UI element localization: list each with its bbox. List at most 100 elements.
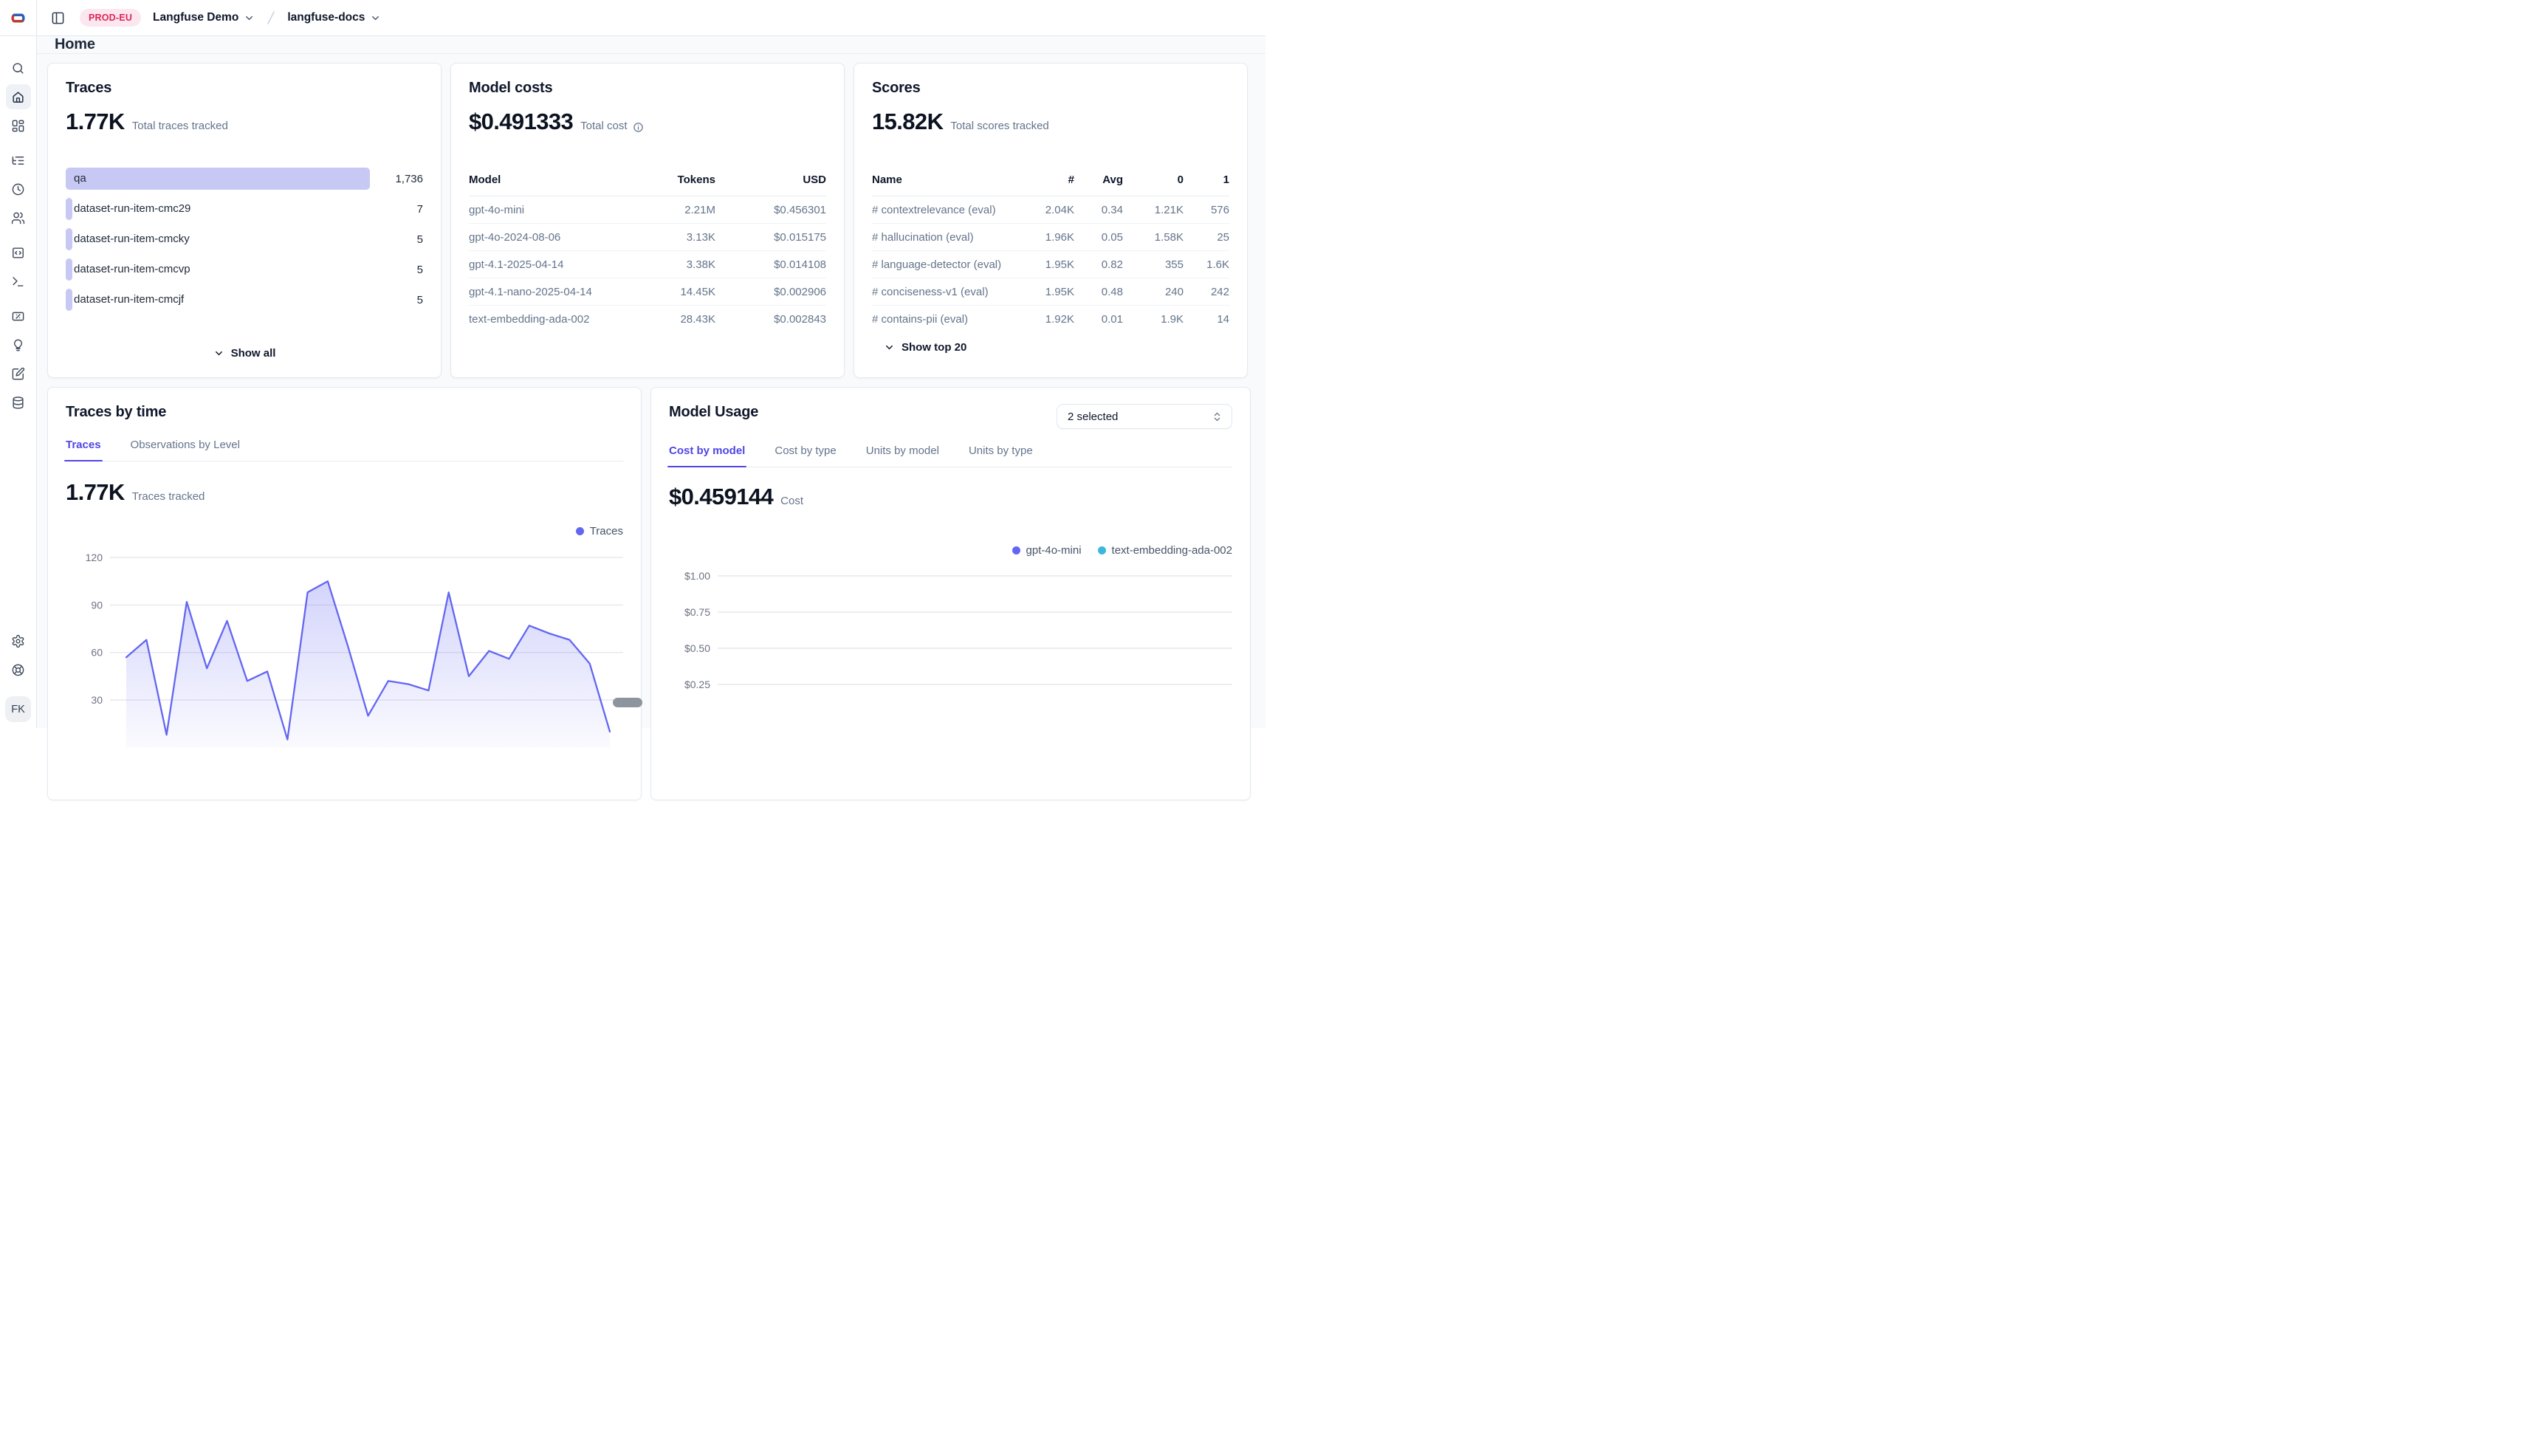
- sidebar-item-playground[interactable]: [6, 269, 31, 294]
- org-name: Langfuse Demo: [153, 11, 238, 24]
- traces-by-time-tabs: Traces Observations by Level: [66, 439, 623, 461]
- sidebar-item-home[interactable]: [6, 84, 31, 109]
- evaluation-icon: [11, 309, 25, 323]
- tab-observations-by-level[interactable]: Observations by Level: [131, 439, 240, 461]
- sidebar-item-support[interactable]: [6, 657, 31, 682]
- svg-text:60: 60: [91, 647, 103, 659]
- table-cell: 3.13K: [628, 231, 715, 244]
- traces-by-time-title: Traces by time: [66, 404, 623, 421]
- tracing-icon: [11, 154, 25, 168]
- tab-units-by-model[interactable]: Units by model: [866, 444, 939, 467]
- model-usage-title: Model Usage: [669, 404, 758, 421]
- svg-text:$0.25: $0.25: [684, 679, 710, 690]
- column-header: Avg: [1074, 174, 1123, 186]
- table-row: gpt-4.1-2025-04-143.38K$0.014108: [469, 251, 826, 278]
- org-switcher[interactable]: Langfuse Demo: [153, 11, 255, 24]
- traces-area-chart: 120906030: [66, 545, 623, 777]
- sidebar-item-sessions[interactable]: [6, 176, 31, 202]
- model-usage-cost-total: $0.459144: [669, 484, 773, 510]
- column-header: 1: [1184, 174, 1229, 186]
- chevron-down-icon: [370, 13, 381, 24]
- model-costs-title: Model costs: [469, 80, 826, 97]
- table-cell: 2.21M: [628, 204, 715, 216]
- home-icon: [11, 90, 25, 104]
- trace-bar-row: dataset-run-item-cmcky 5: [66, 228, 423, 250]
- langfuse-demo-logo-icon: [8, 8, 28, 28]
- trace-name: dataset-run-item-cmcvp: [66, 258, 190, 281]
- table-row: # conciseness-v1 (eval)1.95K0.48240242: [872, 278, 1229, 306]
- insights-icon: [11, 338, 25, 352]
- column-header: Model: [469, 174, 628, 186]
- chevron-down-icon: [884, 342, 895, 353]
- tab-cost-by-model[interactable]: Cost by model: [669, 444, 745, 467]
- show-all-button[interactable]: Show all: [213, 347, 276, 360]
- table-cell: 242: [1184, 286, 1229, 298]
- model-usage-tabs: Cost by model Cost by type Units by model U…: [669, 444, 1232, 467]
- sidebar-item-datasets[interactable]: [6, 390, 31, 415]
- sidebar-item-users[interactable]: [6, 205, 31, 230]
- traces-tracked-label: Traces tracked: [132, 490, 205, 503]
- table-cell: 576: [1184, 204, 1229, 216]
- trace-bar-row: dataset-run-item-cmc29 7: [66, 198, 423, 220]
- table-row: gpt-4.1-nano-2025-04-1414.45K$0.002906: [469, 278, 826, 306]
- sidebar-item-insights[interactable]: [6, 332, 31, 357]
- show-top-20-button[interactable]: Show top 20: [884, 341, 966, 354]
- project-switcher[interactable]: langfuse-docs: [287, 11, 381, 24]
- column-header: USD: [715, 174, 826, 186]
- tab-traces[interactable]: Traces: [66, 439, 101, 461]
- svg-text:$1.00: $1.00: [684, 570, 710, 582]
- table-cell: 240: [1123, 286, 1184, 298]
- sidebar-toggle-button[interactable]: [46, 6, 69, 30]
- info-icon[interactable]: [633, 122, 644, 133]
- table-cell: 0.05: [1074, 231, 1123, 244]
- table-cell: 0.48: [1074, 286, 1123, 298]
- horizontal-scrollbar-thumb[interactable]: [613, 698, 642, 707]
- model-usage-cost-label: Cost: [780, 495, 803, 507]
- legend-item: Traces: [576, 525, 623, 538]
- sidebar-item-evaluation[interactable]: [6, 303, 31, 329]
- trace-count: 7: [370, 203, 423, 216]
- playground-icon: [11, 275, 25, 289]
- model-select[interactable]: 2 selected: [1057, 404, 1232, 429]
- table-cell: 355: [1123, 258, 1184, 271]
- table-cell: 0.82: [1074, 258, 1123, 271]
- traces-card-title: Traces: [66, 80, 423, 97]
- table-header: ModelTokensUSD: [469, 174, 826, 196]
- sidebar-item-prompts[interactable]: [6, 240, 31, 265]
- legend-item: text-embedding-ada-002: [1098, 544, 1232, 557]
- sidebar: FK: [0, 36, 37, 728]
- tab-cost-by-type[interactable]: Cost by type: [775, 444, 836, 467]
- sidebar-item-search[interactable]: [6, 55, 31, 80]
- trace-count: 5: [370, 233, 423, 246]
- user-avatar[interactable]: FK: [5, 696, 31, 722]
- table-row: # contains-pii (eval)1.92K0.011.9K14: [872, 306, 1229, 333]
- tab-units-by-type[interactable]: Units by type: [969, 444, 1033, 467]
- trace-name: dataset-run-item-cmcky: [66, 228, 190, 250]
- sidebar-item-annotation[interactable]: [6, 361, 31, 386]
- table-cell: 1.58K: [1123, 231, 1184, 244]
- settings-icon: [11, 634, 25, 648]
- model-costs-total-label: Total cost: [580, 120, 643, 132]
- column-header: Name: [872, 174, 1021, 186]
- table-cell: 1.92K: [1021, 313, 1074, 326]
- sidebar-item-settings[interactable]: [6, 628, 31, 653]
- column-header: 0: [1123, 174, 1184, 186]
- sidebar-item-tracing[interactable]: [6, 148, 31, 173]
- model-costs-table: ModelTokensUSDgpt-4o-mini2.21M$0.456301g…: [469, 174, 826, 333]
- chevrons-up-down-icon: [1212, 411, 1223, 422]
- table-cell: 1.96K: [1021, 231, 1074, 244]
- table-cell: # contains-pii (eval): [872, 313, 1021, 326]
- org-logo[interactable]: [0, 0, 37, 35]
- trace-name: dataset-run-item-cmc29: [66, 198, 190, 220]
- traces-tracked-total: 1.77K: [66, 479, 125, 506]
- trace-count: 5: [370, 264, 423, 276]
- table-cell: 14: [1184, 313, 1229, 326]
- table-cell: 1.9K: [1123, 313, 1184, 326]
- environment-badge: PROD-EU: [80, 9, 141, 27]
- table-row: text-embedding-ada-00228.43K$0.002843: [469, 306, 826, 333]
- traces-by-time-card: Traces by time Traces Observations by Lev…: [47, 387, 642, 800]
- table-row: # contextrelevance (eval)2.04K0.341.21K5…: [872, 196, 1229, 224]
- legend-dot-icon: [576, 527, 584, 535]
- annotation-icon: [11, 367, 25, 381]
- sidebar-item-dashboards[interactable]: [6, 113, 31, 138]
